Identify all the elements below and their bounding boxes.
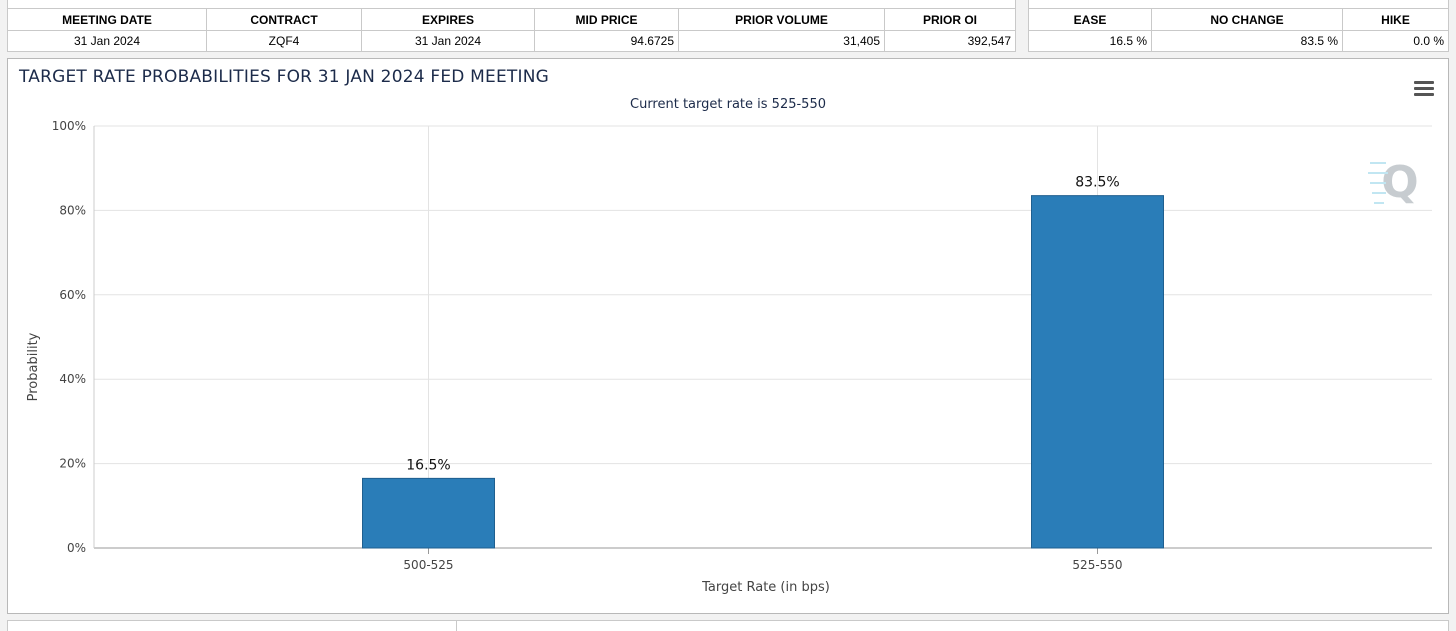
cell-mid-price: 94.6725 bbox=[534, 30, 679, 52]
cell-hike: 0.0 % bbox=[1342, 30, 1449, 52]
header-no-change: NO CHANGE bbox=[1151, 8, 1343, 31]
svg-text:Q: Q bbox=[1381, 157, 1418, 208]
bottom-panel-right bbox=[456, 620, 1449, 631]
header-ease: EASE bbox=[1028, 8, 1152, 31]
chart-panel: TARGET RATE PROBABILITIES FOR 31 JAN 202… bbox=[7, 58, 1449, 614]
header-mid-price: MID PRICE bbox=[534, 8, 679, 31]
header-hike: HIKE bbox=[1342, 8, 1449, 31]
y-tick-label: 80% bbox=[59, 203, 86, 217]
bar-data-label: 83.5% bbox=[1075, 175, 1119, 191]
q-logo-icon: Q bbox=[1368, 157, 1419, 208]
chart-labels: 0% 20% 40% 60% 80% 100% 16.5% 500-525 83.5% 525-5… bbox=[52, 119, 1123, 572]
probability-header-row: EASE NO CHANGE HIKE bbox=[1028, 8, 1449, 31]
table-row: 16.5 % 83.5 % 0.0 % bbox=[1028, 30, 1449, 52]
x-axis-title: Target Rate (in bps) bbox=[701, 580, 830, 595]
cell-no-change: 83.5 % bbox=[1151, 30, 1343, 52]
header-prior-oi: PRIOR OI bbox=[884, 8, 1016, 31]
contract-summary-table: MEETING DATE CONTRACT EXPIRES MID PRICE … bbox=[7, 0, 1016, 52]
x-tick-label: 500-525 bbox=[403, 558, 453, 572]
cell-expires: 31 Jan 2024 bbox=[361, 30, 535, 52]
y-tick-label: 60% bbox=[59, 288, 86, 302]
x-tick-label: 525-550 bbox=[1072, 558, 1122, 572]
contract-summary-header-row: MEETING DATE CONTRACT EXPIRES MID PRICE … bbox=[7, 8, 1016, 31]
bar-data-label: 16.5% bbox=[406, 457, 450, 473]
cell-prior-oi: 392,547 bbox=[884, 30, 1016, 52]
chart-bars bbox=[362, 195, 1164, 549]
chart-grid bbox=[93, 125, 1432, 554]
cell-meeting-date: 31 Jan 2024 bbox=[7, 30, 207, 52]
header-prior-volume: PRIOR VOLUME bbox=[678, 8, 885, 31]
y-tick-label: 40% bbox=[59, 372, 86, 386]
y-tick-label: 0% bbox=[67, 541, 86, 555]
table-row: 31 Jan 2024 ZQF4 31 Jan 2024 94.6725 31,… bbox=[7, 30, 1016, 52]
probability-bar-chart: Q 0% 20% 40% 60% 80% 100% 16.5% 500-525 83.5% 525… bbox=[26, 119, 1432, 595]
header-meeting-date: MEETING DATE bbox=[7, 8, 207, 31]
y-tick-label: 100% bbox=[52, 119, 86, 133]
header-contract: CONTRACT bbox=[206, 8, 362, 31]
bottom-panel-left bbox=[7, 620, 457, 631]
probability-summary-table: EASE NO CHANGE HIKE 16.5 % 83.5 % 0.0 % bbox=[1028, 0, 1449, 52]
cell-ease: 16.5 % bbox=[1028, 30, 1152, 52]
y-axis-title: Probability bbox=[26, 332, 41, 401]
y-tick-label: 20% bbox=[59, 457, 86, 471]
cell-prior-volume: 31,405 bbox=[678, 30, 885, 52]
bar-500-525[interactable] bbox=[362, 477, 495, 549]
bar-525-550[interactable] bbox=[1031, 195, 1164, 549]
header-expires: EXPIRES bbox=[361, 8, 535, 31]
cell-contract: ZQF4 bbox=[206, 30, 362, 52]
